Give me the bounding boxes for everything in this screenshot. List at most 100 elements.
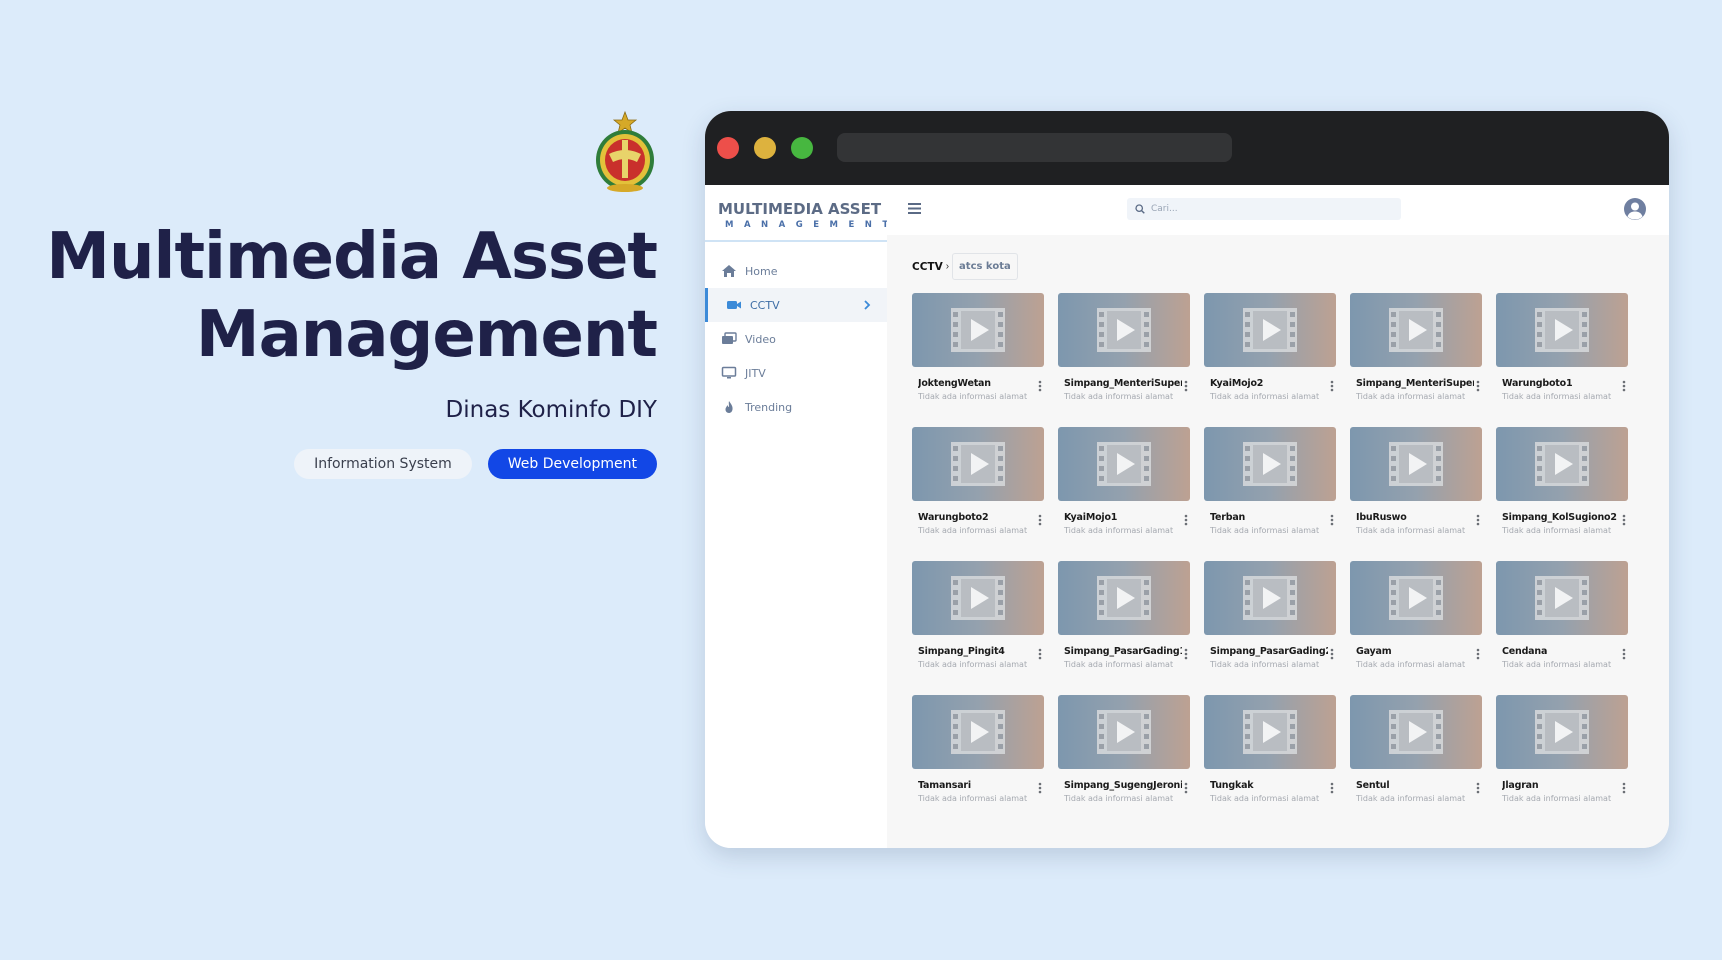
more-options-icon[interactable] bbox=[1475, 782, 1481, 794]
camera-address: Tidak ada informasi alamat bbox=[1502, 794, 1612, 803]
dki-emblem-logo bbox=[593, 110, 657, 194]
camera-card[interactable]: Warungboto2 Tidak ada informasi alamat bbox=[912, 427, 1044, 561]
camera-card[interactable]: Gayam Tidak ada informasi alamat bbox=[1350, 561, 1482, 695]
camera-thumbnail[interactable] bbox=[1204, 561, 1336, 635]
search-icon bbox=[1135, 204, 1145, 214]
more-options-icon[interactable] bbox=[1037, 380, 1043, 392]
video-play-icon bbox=[1243, 442, 1297, 486]
camera-card[interactable]: Simpang_MenteriSupeno2 Tidak ada informa… bbox=[1058, 293, 1190, 427]
search-input[interactable] bbox=[1151, 204, 1381, 214]
sidebar-item-jitv[interactable]: JITV bbox=[705, 356, 887, 390]
camera-card[interactable]: Tamansari Tidak ada informasi alamat bbox=[912, 695, 1044, 829]
camera-name: Sentul bbox=[1356, 780, 1390, 791]
more-options-icon[interactable] bbox=[1329, 380, 1335, 392]
hamburger-menu-icon[interactable] bbox=[908, 203, 921, 214]
camera-thumbnail[interactable] bbox=[1058, 427, 1190, 501]
more-options-icon[interactable] bbox=[1037, 514, 1043, 526]
camera-address: Tidak ada informasi alamat bbox=[1064, 794, 1174, 803]
camera-card[interactable]: Cendana Tidak ada informasi alamat bbox=[1496, 561, 1628, 695]
camera-thumbnail[interactable] bbox=[1496, 695, 1628, 769]
video-play-icon bbox=[1097, 442, 1151, 486]
more-options-icon[interactable] bbox=[1475, 380, 1481, 392]
camera-thumbnail[interactable] bbox=[1058, 561, 1190, 635]
camera-address: Tidak ada informasi alamat bbox=[1064, 526, 1174, 535]
camera-thumbnail[interactable] bbox=[1350, 695, 1482, 769]
more-options-icon[interactable] bbox=[1183, 514, 1189, 526]
sidebar-nav: Home CCTV Video JITV Trending bbox=[705, 254, 887, 424]
more-options-icon[interactable] bbox=[1621, 380, 1627, 392]
hero-tags: Information System Web Development bbox=[294, 449, 657, 479]
sidebar: MULTIMEDIA ASSET MANAGEMENT Home CCTV Vi… bbox=[705, 185, 888, 848]
more-options-icon[interactable] bbox=[1183, 380, 1189, 392]
camera-thumbnail[interactable] bbox=[1350, 427, 1482, 501]
minimize-window-dot[interactable] bbox=[754, 137, 776, 159]
camera-thumbnail[interactable] bbox=[1204, 427, 1336, 501]
video-play-icon bbox=[951, 710, 1005, 754]
camera-thumbnail[interactable] bbox=[912, 427, 1044, 501]
camera-card[interactable]: Tungkak Tidak ada informasi alamat bbox=[1204, 695, 1336, 829]
camera-card[interactable]: Simpang_PasarGading1 Tidak ada informasi… bbox=[1058, 561, 1190, 695]
close-window-dot[interactable] bbox=[717, 137, 739, 159]
camera-card[interactable]: Warungboto1 Tidak ada informasi alamat bbox=[1496, 293, 1628, 427]
more-options-icon[interactable] bbox=[1475, 514, 1481, 526]
camera-card[interactable]: Simpang_KolSugiono2 Tidak ada informasi … bbox=[1496, 427, 1628, 561]
camera-name: Cendana bbox=[1502, 646, 1548, 657]
address-bar[interactable] bbox=[837, 133, 1232, 162]
camera-card[interactable]: KyaiMojo1 Tidak ada informasi alamat bbox=[1058, 427, 1190, 561]
camera-card[interactable]: Simpang_SugengJeroni1 Tidak ada informas… bbox=[1058, 695, 1190, 829]
video-play-icon bbox=[1243, 576, 1297, 620]
more-options-icon[interactable] bbox=[1621, 648, 1627, 660]
sidebar-item-cctv[interactable]: CCTV bbox=[705, 288, 887, 322]
more-options-icon[interactable] bbox=[1621, 782, 1627, 794]
camera-thumbnail[interactable] bbox=[912, 293, 1044, 367]
camera-name: Simpang_PasarGading1 bbox=[1064, 646, 1182, 657]
more-options-icon[interactable] bbox=[1329, 514, 1335, 526]
camera-thumbnail[interactable] bbox=[912, 695, 1044, 769]
more-options-icon[interactable] bbox=[1621, 514, 1627, 526]
camera-thumbnail[interactable] bbox=[912, 561, 1044, 635]
camera-card[interactable]: Simpang_PasarGading2 Tidak ada informasi… bbox=[1204, 561, 1336, 695]
camera-thumbnail[interactable] bbox=[1496, 561, 1628, 635]
brand-title: MULTIMEDIA ASSET bbox=[718, 200, 882, 218]
camera-thumbnail[interactable] bbox=[1350, 561, 1482, 635]
video-camera-icon bbox=[727, 301, 741, 309]
camera-name: Gayam bbox=[1356, 646, 1392, 657]
video-play-icon bbox=[1243, 710, 1297, 754]
camera-thumbnail[interactable] bbox=[1204, 293, 1336, 367]
camera-card[interactable]: KyaiMojo2 Tidak ada informasi alamat bbox=[1204, 293, 1336, 427]
video-play-icon bbox=[1097, 308, 1151, 352]
hero-subtitle: Dinas Kominfo DIY bbox=[445, 397, 657, 423]
brand-logo[interactable]: MULTIMEDIA ASSET MANAGEMENT bbox=[705, 185, 888, 242]
sidebar-item-video[interactable]: Video bbox=[705, 322, 887, 356]
camera-thumbnail[interactable] bbox=[1058, 293, 1190, 367]
camera-name: Simpang_PasarGading2 bbox=[1210, 646, 1328, 657]
more-options-icon[interactable] bbox=[1329, 782, 1335, 794]
camera-thumbnail[interactable] bbox=[1058, 695, 1190, 769]
user-avatar-icon[interactable] bbox=[1623, 197, 1647, 221]
maximize-window-dot[interactable] bbox=[791, 137, 813, 159]
camera-card[interactable]: Simpang_MenteriSupeno1 Tidak ada informa… bbox=[1350, 293, 1482, 427]
camera-card[interactable]: Terban Tidak ada informasi alamat bbox=[1204, 427, 1336, 561]
sidebar-item-home[interactable]: Home bbox=[705, 254, 887, 288]
camera-card[interactable]: Simpang_Pingit4 Tidak ada informasi alam… bbox=[912, 561, 1044, 695]
camera-card[interactable]: IbuRuswo Tidak ada informasi alamat bbox=[1350, 427, 1482, 561]
camera-thumbnail[interactable] bbox=[1350, 293, 1482, 367]
more-options-icon[interactable] bbox=[1037, 782, 1043, 794]
camera-name: Terban bbox=[1210, 512, 1246, 523]
more-options-icon[interactable] bbox=[1183, 782, 1189, 794]
hero-title: Multimedia Asset Management bbox=[37, 218, 658, 374]
camera-thumbnail[interactable] bbox=[1204, 695, 1336, 769]
camera-thumbnail[interactable] bbox=[1496, 427, 1628, 501]
more-options-icon[interactable] bbox=[1329, 648, 1335, 660]
more-options-icon[interactable] bbox=[1475, 648, 1481, 660]
camera-card[interactable]: Jlagran Tidak ada informasi alamat bbox=[1496, 695, 1628, 829]
breadcrumb-root[interactable]: CCTV bbox=[912, 261, 943, 273]
camera-thumbnail[interactable] bbox=[1496, 293, 1628, 367]
breadcrumb-separator: › bbox=[945, 261, 950, 272]
camera-card[interactable]: Sentul Tidak ada informasi alamat bbox=[1350, 695, 1482, 829]
video-play-icon bbox=[1535, 576, 1589, 620]
more-options-icon[interactable] bbox=[1183, 648, 1189, 660]
sidebar-item-trending[interactable]: Trending bbox=[705, 390, 887, 424]
camera-card[interactable]: JoktengWetan Tidak ada informasi alamat bbox=[912, 293, 1044, 427]
more-options-icon[interactable] bbox=[1037, 648, 1043, 660]
